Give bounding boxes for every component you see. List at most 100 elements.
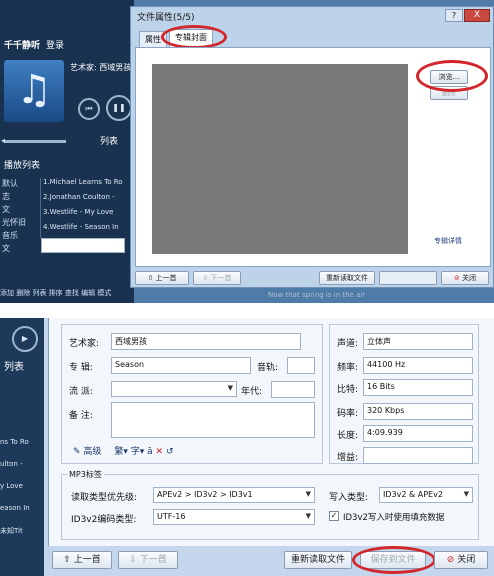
reload-button[interactable]: 重新读取文件 — [284, 551, 352, 569]
freq-field: 44100 Hz — [363, 357, 473, 374]
artist-text: 艺术家: 西域男孩 — [70, 63, 132, 72]
bits-field: 16 Bits — [363, 379, 473, 396]
length-field: 4:09.939 — [363, 425, 473, 442]
next-button[interactable]: ⇩ 下一首 — [118, 551, 178, 569]
chevron-down-icon: ▼ — [305, 512, 311, 520]
list-button[interactable]: 列表 — [100, 134, 118, 147]
highlight-ring — [161, 25, 227, 49]
prev-button[interactable]: ⇧ 上一首 — [52, 551, 112, 569]
next-label: 下一首 — [210, 274, 232, 282]
highlight-ring — [352, 546, 436, 574]
list-item[interactable]: ulton - — [0, 460, 44, 482]
track-label: 音轨: — [257, 363, 279, 373]
album-label: 专 辑: — [69, 363, 93, 373]
category-item[interactable]: 音乐 — [0, 230, 34, 243]
next-button[interactable]: ⇩ 下一首 — [193, 271, 241, 285]
prev-button[interactable]: ⇧ 上一首 — [135, 271, 189, 285]
reload-button[interactable]: 重新读取文件 — [319, 271, 375, 285]
album-cover-pane: 浏览... 删除 专辑详情 — [135, 47, 491, 267]
comment-label: 备 注: — [69, 411, 93, 421]
album-field[interactable]: Season — [111, 357, 251, 374]
pause-icon[interactable]: ❚❚ — [106, 95, 132, 121]
refresh-icon[interactable]: ↺ — [166, 447, 174, 457]
chevron-down-icon: ▼ — [227, 384, 233, 392]
category-item[interactable]: 文 — [0, 243, 34, 256]
write-type-select[interactable]: ID3v2 & APEv2 ▼ — [379, 487, 473, 503]
bottom-screenshot: ▶ 列表 ns To Ro ulton - y Love eason In 未知… — [0, 318, 494, 576]
category-item[interactable]: 默认 — [0, 178, 34, 191]
list-item[interactable]: 2.Jonathan Coulton - — [41, 193, 136, 208]
highlight-ring — [416, 60, 488, 92]
advanced-button[interactable]: 高级 — [83, 447, 101, 457]
close-label: 关闭 — [462, 274, 477, 282]
length-label: 长度: — [337, 431, 359, 441]
top-screenshot: 千千静听 登录 ♫ 艺术家: 西域男孩 ⏮ ❚❚ ◂ 列表 播放列表 默认 志 文… — [0, 0, 494, 303]
next-label: 下一首 — [139, 555, 167, 565]
prev-track-icon[interactable]: ⏮ — [78, 98, 100, 120]
read-priority-select[interactable]: APEv2 > ID3v2 > ID3v1 ▼ — [153, 487, 315, 503]
list-item[interactable]: 4.Westlife - Season In — [41, 223, 136, 238]
login-link[interactable]: 登录 — [46, 41, 64, 51]
tag-tools: ✎ 高级 繁▾ 字▾ ā ✕ ↺ — [73, 444, 173, 457]
list-item[interactable]: 3.Westlife - My Love — [41, 208, 136, 223]
music-note-icon: ♫ — [4, 60, 64, 122]
down-arrow-icon: ⇩ — [202, 274, 211, 282]
volume-icon: ◂ — [1, 136, 6, 145]
close-icon[interactable]: X — [464, 9, 490, 22]
category-item[interactable]: 志 — [0, 191, 34, 204]
list-item[interactable]: eason In — [0, 504, 44, 526]
traditional-chinese-icon[interactable]: 繁▾ — [114, 447, 128, 457]
fill-data-label: ID3v2写入时使用填充数据 — [343, 513, 445, 523]
year-field[interactable] — [271, 381, 315, 398]
category-item[interactable]: 文 — [0, 204, 34, 217]
chevron-down-icon: ▼ — [305, 490, 311, 498]
list-item[interactable]: 1.Michael Learns To Ro — [41, 178, 136, 193]
clear-icon[interactable]: ✕ — [156, 447, 164, 457]
play-icon[interactable]: ▶ — [12, 326, 38, 352]
status-scroll-text: Now that spring is in the air — [268, 291, 366, 299]
properties-panel: 艺术家: 西域男孩 专 辑: Season 音轨: 流 派: ▼ 年代: 备 注… — [48, 318, 494, 546]
channel-label: 声道: — [337, 339, 359, 349]
close-label: 关闭 — [457, 555, 476, 565]
volume-slider[interactable]: ◂ — [1, 136, 66, 145]
brand-name: 千千静听 — [4, 41, 41, 51]
list-item[interactable]: 未知Tit — [0, 526, 44, 548]
down-arrow-icon: ⇩ — [129, 555, 140, 565]
font-icon[interactable]: 字▾ — [131, 447, 145, 457]
save-button-partial[interactable] — [379, 271, 437, 285]
list-item[interactable]: y Love — [0, 482, 44, 504]
up-arrow-icon: ⇧ — [63, 555, 74, 565]
track-field[interactable] — [287, 357, 315, 374]
playlist-toolbar[interactable]: 添加 删除 列表 排序 查找 编辑 模式 — [0, 288, 300, 302]
write-type-value: ID3v2 & APEv2 — [383, 490, 443, 499]
edit-icon[interactable]: ✎ — [73, 447, 81, 457]
comment-field[interactable] — [111, 402, 315, 438]
close-button[interactable]: ⊘ 关闭 — [434, 551, 488, 569]
list-item[interactable]: ns To Ro — [0, 438, 44, 460]
artist-field[interactable]: 西域男孩 — [111, 333, 301, 350]
playlist-categories: 默认 志 文 光怀旧 音乐 文 — [0, 178, 34, 256]
pinyin-icon[interactable]: ā — [147, 447, 153, 457]
album-cover-image — [152, 64, 408, 254]
close-button[interactable]: ⊘ 关闭 — [441, 271, 489, 285]
dialog-footer: ⇧ 上一首 ⇩ 下一首 重新读取文件 保存到文件 ⊘ 关闭 — [48, 546, 494, 576]
write-type-label: 写入类型: — [329, 493, 369, 503]
category-item[interactable]: 光怀旧 — [0, 217, 34, 230]
image-divider — [0, 303, 494, 318]
prev-label: 上一首 — [155, 274, 177, 282]
list-button[interactable]: 列表 — [4, 358, 24, 373]
list-item-selected[interactable]: 5.西域男孩 - (未知Tit — [41, 238, 125, 253]
chevron-down-icon: ▼ — [463, 490, 469, 498]
encoding-select[interactable]: UTF-16 ▼ — [153, 509, 315, 525]
tab-bar: 属性 专辑封面 — [135, 25, 491, 49]
album-detail-link[interactable]: 专辑详情 — [434, 236, 462, 246]
dialog-footer: ⇧ 上一首 ⇩ 下一首 重新读取文件 ⊘ 关闭 — [131, 269, 494, 287]
bits-label: 比特: — [337, 385, 359, 395]
no-icon: ⊘ — [453, 274, 463, 282]
help-icon[interactable]: ? — [445, 9, 463, 22]
fill-data-checkbox[interactable]: ✓ — [329, 511, 339, 521]
genre-select[interactable]: ▼ — [111, 381, 237, 397]
mp3-tag-group-label: MP3标签 — [67, 469, 104, 480]
prev-label: 上一首 — [73, 555, 101, 565]
mp3-tag-group — [61, 474, 479, 540]
